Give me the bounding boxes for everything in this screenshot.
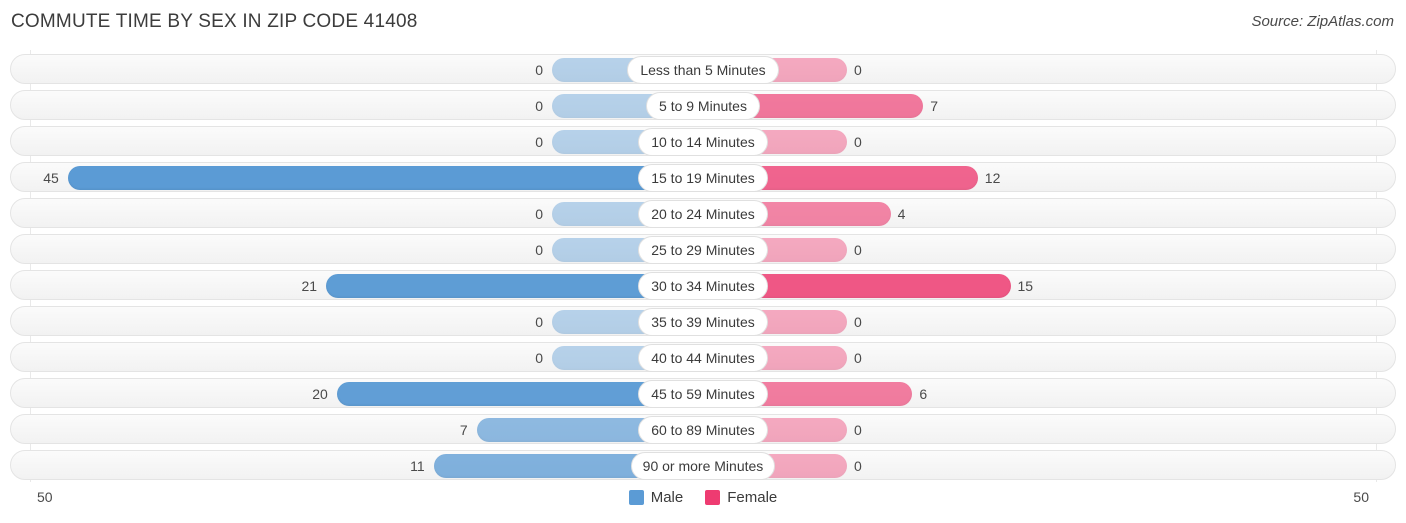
bar-male bbox=[67, 166, 703, 190]
legend-item[interactable]: Male bbox=[628, 489, 684, 506]
chart-legend: Male Female bbox=[0, 489, 1406, 506]
category-label: 20 to 24 Minutes bbox=[638, 200, 768, 228]
source-attribution: Source: ZipAtlas.com bbox=[1251, 13, 1394, 30]
bar-value-female: 6 bbox=[919, 386, 928, 402]
table-row: 0 0 40 to 44 Minutes bbox=[10, 342, 1396, 372]
bar-value-female: 0 bbox=[854, 458, 862, 474]
category-label: 60 to 89 Minutes bbox=[638, 416, 768, 444]
bar-value-male: 0 bbox=[535, 242, 543, 258]
bar-value-male: 0 bbox=[535, 314, 543, 330]
category-label: 10 to 14 Minutes bbox=[638, 128, 768, 156]
bar-value-female: 0 bbox=[854, 134, 862, 150]
category-label: Less than 5 Minutes bbox=[627, 56, 779, 84]
bar-value-female: 0 bbox=[854, 314, 862, 330]
chart-plot-area: 0 0 Less than 5 Minutes 0 7 5 to 9 Minutes 0 0 1… bbox=[0, 50, 1406, 486]
bar-value-male: 21 bbox=[301, 278, 318, 294]
category-label: 25 to 29 Minutes bbox=[638, 236, 768, 264]
chart-footer: 50 50 Male Female bbox=[0, 486, 1406, 523]
table-row: 0 0 35 to 39 Minutes bbox=[10, 306, 1396, 336]
legend-label: Male bbox=[650, 489, 684, 506]
category-label: 40 to 44 Minutes bbox=[638, 344, 768, 372]
bar-value-female: 7 bbox=[930, 98, 939, 114]
bar-value-male: 0 bbox=[535, 98, 543, 114]
bar-value-female: 0 bbox=[854, 242, 862, 258]
bar-value-male: 20 bbox=[312, 386, 328, 402]
bar-value-male: 0 bbox=[535, 62, 543, 78]
table-row: 0 0 25 to 29 Minutes bbox=[10, 234, 1396, 264]
table-row: 7 0 60 to 89 Minutes bbox=[10, 414, 1396, 444]
bar-value-female: 0 bbox=[854, 62, 862, 78]
category-label: 45 to 59 Minutes bbox=[638, 380, 768, 408]
legend-item[interactable]: Female bbox=[705, 489, 777, 506]
category-label: 35 to 39 Minutes bbox=[638, 308, 768, 336]
bar-value-female: 4 bbox=[897, 206, 906, 222]
bar-value-male: 0 bbox=[535, 134, 543, 150]
bar-value-female: 0 bbox=[854, 422, 862, 438]
table-row: 45 12 15 to 19 Minutes bbox=[10, 162, 1396, 192]
chart-header: COMMUTE TIME BY SEX IN ZIP CODE 41408 So… bbox=[0, 0, 1406, 46]
category-label: 5 to 9 Minutes bbox=[645, 92, 761, 120]
table-row: 0 0 10 to 14 Minutes bbox=[10, 126, 1396, 156]
bar-value-male: 0 bbox=[535, 206, 543, 222]
table-row: 20 6 45 to 59 Minutes bbox=[10, 378, 1396, 408]
bar-value-female: 0 bbox=[854, 350, 862, 366]
table-row: 11 0 90 or more Minutes bbox=[10, 450, 1396, 480]
table-row: 0 4 20 to 24 Minutes bbox=[10, 198, 1396, 228]
table-row: 0 7 5 to 9 Minutes bbox=[10, 90, 1396, 120]
legend-swatch-icon bbox=[628, 490, 644, 505]
bar-value-male: 0 bbox=[535, 350, 543, 366]
bar-value-male: 7 bbox=[459, 422, 468, 438]
page-title: COMMUTE TIME BY SEX IN ZIP CODE 41408 bbox=[11, 11, 418, 32]
bar-value-male: 45 bbox=[43, 170, 59, 186]
bar-value-female: 15 bbox=[1017, 278, 1034, 294]
table-row: 21 15 30 to 34 Minutes bbox=[10, 270, 1396, 300]
category-label: 30 to 34 Minutes bbox=[638, 272, 768, 300]
legend-label: Female bbox=[727, 489, 778, 506]
bar-value-male: 11 bbox=[410, 458, 425, 474]
table-row: 0 0 Less than 5 Minutes bbox=[10, 54, 1396, 84]
legend-swatch-icon bbox=[705, 490, 721, 505]
category-label: 90 or more Minutes bbox=[630, 452, 776, 480]
bar-value-female: 12 bbox=[984, 170, 1001, 186]
category-label: 15 to 19 Minutes bbox=[638, 164, 768, 192]
